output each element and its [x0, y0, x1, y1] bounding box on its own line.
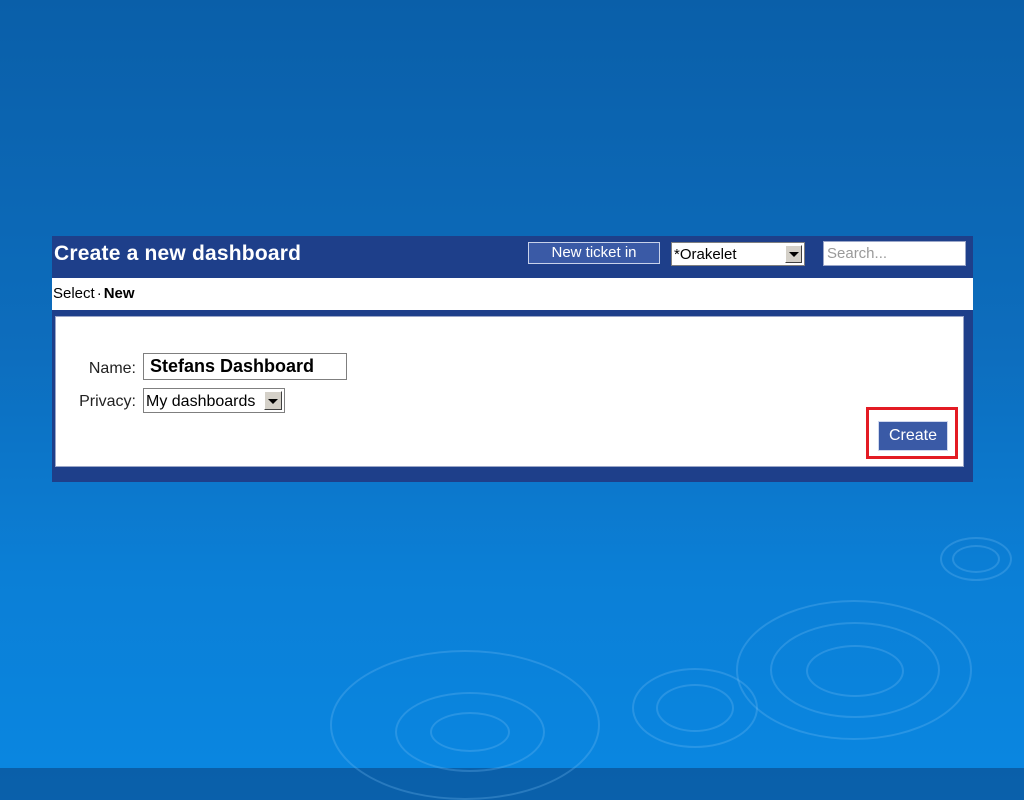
decorative-ripple	[952, 545, 1000, 573]
create-dashboard-form: Name: Privacy: My dashboards Create	[55, 316, 964, 467]
privacy-select-value: My dashboards	[146, 393, 256, 410]
queue-dropdown-button[interactable]	[785, 245, 802, 263]
breadcrumb: Select · New	[52, 278, 973, 310]
new-ticket-button[interactable]: New ticket in	[528, 242, 660, 264]
queue-select[interactable]: *Orakelet	[671, 242, 805, 266]
queue-select-value: *Orakelet	[674, 246, 737, 263]
create-button-highlight: Create	[866, 407, 958, 459]
privacy-dropdown-button[interactable]	[264, 391, 282, 410]
search-input[interactable]	[823, 241, 966, 266]
chevron-down-icon	[789, 252, 799, 257]
decorative-ripple	[430, 712, 510, 752]
breadcrumb-current: New	[103, 285, 135, 302]
name-input[interactable]	[143, 353, 347, 380]
privacy-label: Privacy:	[79, 393, 136, 410]
name-label: Name:	[88, 360, 136, 377]
decorative-ripple	[806, 645, 904, 697]
dashboard-create-window: Create a new dashboard New ticket in *Or…	[52, 236, 973, 482]
chevron-down-icon	[268, 399, 278, 404]
page-title: Create a new dashboard	[54, 242, 302, 265]
header-bar: Create a new dashboard New ticket in *Or…	[52, 236, 973, 276]
breadcrumb-separator: ·	[96, 285, 102, 302]
decorative-ripple	[656, 684, 734, 732]
privacy-select[interactable]: My dashboards	[143, 388, 285, 413]
breadcrumb-select-link[interactable]: Select	[53, 285, 95, 302]
create-button[interactable]: Create	[878, 421, 948, 451]
